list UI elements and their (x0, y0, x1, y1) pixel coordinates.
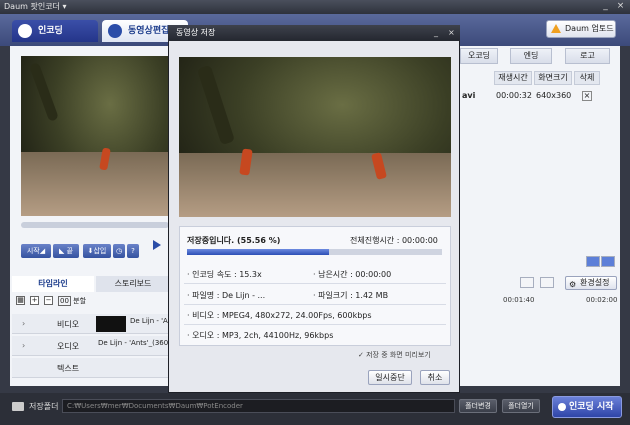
start-icon (558, 403, 566, 411)
expand-icon[interactable]: › (22, 341, 25, 350)
delete-icon[interactable]: × (582, 91, 592, 101)
edit-controls: 시작◢ ◣ 끝 ⬇삽입 ◷ ? (21, 244, 169, 260)
row-label: 텍스트 (57, 364, 80, 373)
audio-info: · 오디오 : MP3, 2ch, 44100Hz, 96kbps (187, 331, 334, 340)
upgrade-icon (551, 24, 561, 33)
row-label: 비디오 (57, 320, 80, 329)
timeline-row-audio[interactable]: › 오디오 De Lijn - 'Ants'_(360p (12, 336, 170, 356)
upgrade-label: Daum 업토드 (565, 24, 614, 33)
col-delete[interactable]: 삭제 (574, 71, 600, 85)
gear-icon: ⚙ (569, 280, 577, 289)
tab-timeline[interactable]: 타임라인 (12, 276, 94, 292)
save-folder-label: 저장폴더 (29, 402, 59, 411)
settings-button[interactable]: ⚙ 환경설정 (565, 276, 617, 290)
encoding-speed: · 인코딩 속도 : 15.3x (187, 270, 262, 279)
split-button[interactable]: 00 분할 (58, 296, 86, 306)
tab-storyboard[interactable]: 스토리보드 (96, 276, 170, 292)
ruler-tick: 00:01:40 (503, 296, 535, 304)
save-icon[interactable] (540, 277, 554, 288)
total-time: 전체진행시간 : 00:00:00 (350, 236, 438, 245)
settings-label: 환경설정 (580, 278, 610, 287)
start-mark-button[interactable]: 시작◢ (21, 244, 51, 258)
divider (184, 324, 446, 325)
tab-video-edit-label: 동영상편집 (128, 26, 170, 36)
end-mark-button[interactable]: ◣ 끝 (53, 244, 79, 258)
app-title[interactable]: Daum 팟인코더 ▾ (4, 1, 66, 12)
upgrade-button[interactable]: Daum 업토드 (546, 20, 616, 38)
close-button[interactable]: × (615, 1, 626, 12)
size-cell: 640x360 (536, 91, 572, 100)
help-icon[interactable]: ? (127, 244, 139, 258)
progress-fill (187, 249, 329, 255)
pause-button[interactable]: 일시중단 (368, 370, 412, 385)
change-folder-button[interactable]: 폴더변경 (459, 399, 497, 413)
timeline-row-text[interactable]: 텍스트 (12, 358, 170, 378)
insert-button[interactable]: ⬇삽입 (83, 244, 111, 258)
video-clip-label[interactable]: De Lijn - 'A (130, 317, 170, 325)
tab-opening[interactable]: 오코딩 (460, 48, 498, 64)
start-encoding-label: 인코딩 시작 (569, 402, 614, 412)
preview-checkbox[interactable]: ✓ 저장 중 화면 미리보기 (358, 350, 431, 360)
dialog-title-bar: 동영상 저장 _ × (168, 25, 460, 41)
progress-bar (187, 249, 442, 255)
file-name-cell[interactable]: avi (462, 91, 475, 100)
open-folder-button[interactable]: 폴더열기 (502, 399, 540, 413)
dialog-video-preview (179, 57, 451, 217)
clock-icon[interactable]: ◷ (113, 244, 125, 258)
expand-icon[interactable]: › (22, 319, 25, 328)
audio-clip-label[interactable]: De Lijn - 'Ants'_(360p (98, 339, 170, 347)
zoom-out-icon[interactable]: − (44, 296, 53, 305)
duration-cell: 00:00:32 (496, 91, 532, 100)
dialog-title: 동영상 저장 (176, 28, 216, 37)
save-status: 저장중입니다. (55.56 %) (187, 236, 281, 245)
video-info: · 비디오 : MPEG4, 480x272, 24.00Fps, 600kbp… (187, 311, 372, 320)
tab-logo[interactable]: 로고 (565, 48, 610, 64)
tab-ending[interactable]: 엔딩 (510, 48, 552, 64)
grid-view-icon[interactable] (586, 256, 600, 267)
encoding-icon (18, 24, 32, 38)
start-encoding-button[interactable]: 인코딩 시작 (552, 396, 622, 418)
minimize-button[interactable]: _ (600, 1, 611, 12)
folder-icon[interactable] (520, 277, 534, 288)
tab-encoding[interactable]: 인코딩 (12, 20, 98, 42)
file-size: · 파일크기 : 1.42 MB (313, 291, 389, 300)
col-size[interactable]: 화면크기 (534, 71, 572, 85)
video-edit-icon (108, 24, 122, 38)
grid-icon[interactable]: ▦ (16, 296, 25, 305)
dialog-close-button[interactable]: × (448, 25, 455, 41)
row-label: 오디오 (57, 342, 80, 351)
preview-video[interactable] (21, 56, 169, 216)
tab-encoding-label: 인코딩 (38, 26, 63, 36)
col-duration[interactable]: 재생시간 (494, 71, 532, 85)
cancel-button[interactable]: 취소 (420, 370, 450, 385)
timeline-row-video[interactable]: › 비디오 De Lijn - 'A (12, 314, 170, 334)
dialog-minimize-button[interactable]: _ (434, 25, 438, 41)
save-folder-path[interactable]: C:₩Users₩mer₩Documents₩Daum₩PotEncoder (62, 399, 455, 413)
timeline-tools: ▦ + − 00 분할 (12, 296, 170, 308)
timeline-tabs: 타임라인 스토리보드 (12, 276, 170, 292)
ruler-tick: 00:02:00 (586, 296, 618, 304)
video-thumbnail (96, 316, 126, 332)
seek-bar[interactable] (21, 222, 169, 228)
divider (184, 304, 446, 305)
remaining-time: · 남은시간 : 00:00:00 (313, 270, 392, 279)
divider (184, 283, 446, 284)
folder-icon (12, 402, 24, 411)
list-view-icon[interactable] (601, 256, 615, 267)
file-name: · 파일명 : De Lijn - ... (187, 291, 266, 300)
title-bar: Daum 팟인코더 ▾ _ × (0, 0, 630, 14)
zoom-in-icon[interactable]: + (30, 296, 39, 305)
